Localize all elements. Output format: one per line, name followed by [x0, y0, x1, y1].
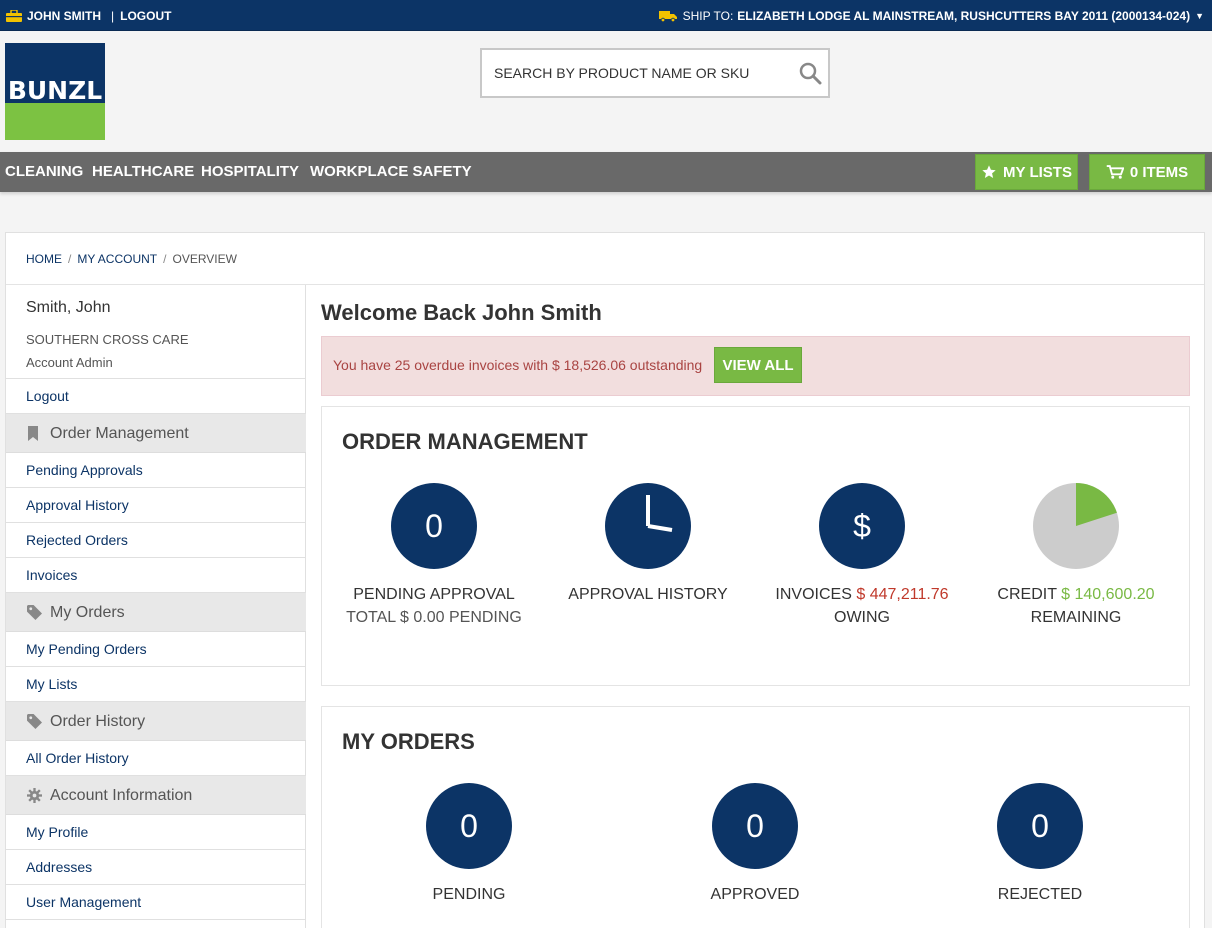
approved-orders-count: 0: [712, 783, 798, 869]
sidebar-heading-order-management: Order Management: [6, 414, 306, 453]
main-navigation: CLEANING HEALTHCARE HOSPITALITY WORKPLAC…: [0, 152, 1212, 192]
separator: |: [111, 8, 115, 23]
top-bar: JOHN SMITH | LOGOUT SHIP TO: ELIZABETH L…: [0, 0, 1212, 31]
breadcrumb-separator: /: [163, 252, 167, 266]
user-role: Account Admin: [26, 355, 113, 370]
sidebar-heading-label: Account Information: [50, 787, 193, 804]
user-info: Smith, John SOUTHERN CROSS CARE Account …: [6, 285, 306, 379]
briefcase-icon: [6, 9, 22, 22]
sidebar-item-invoices[interactable]: Invoices: [6, 558, 306, 593]
rejected-orders-count: 0: [997, 783, 1083, 869]
invoices-stat[interactable]: $ INVOICES $ 447,211.76 OWING: [755, 483, 969, 629]
user-menu: JOHN SMITH | LOGOUT: [6, 0, 171, 31]
ship-to-address: ELIZABETH LODGE AL MAINSTREAM, RUSHCUTTE…: [737, 8, 1191, 23]
pending-approval-stat[interactable]: 0 PENDING APPROVAL TOTAL $ 0.00 PENDING: [327, 483, 541, 629]
nav-item-healthcare[interactable]: HEALTHCARE: [92, 152, 194, 192]
sidebar-item-logout[interactable]: Logout: [6, 379, 306, 414]
ship-to-selector[interactable]: SHIP TO: ELIZABETH LODGE AL MAINSTREAM, …: [658, 0, 1204, 31]
sidebar-heading-order-history: Order History: [6, 702, 306, 741]
pending-approval-count: 0: [391, 483, 477, 569]
nav-item-hospitality[interactable]: HOSPITALITY: [201, 152, 299, 192]
sidebar-item-my-pending-orders[interactable]: My Pending Orders: [6, 632, 306, 667]
breadcrumb-current: OVERVIEW: [172, 252, 237, 266]
credit-amount: $ 140,600.20: [1061, 586, 1155, 603]
my-lists-label: MY LISTS: [1003, 163, 1072, 181]
sidebar-item-my-profile[interactable]: My Profile: [6, 815, 306, 850]
cart-label: 0 ITEMS: [1129, 163, 1189, 181]
nav-item-workplace-safety[interactable]: WORKPLACE SAFETY: [310, 152, 472, 192]
chevron-down-icon: ▼: [1195, 10, 1204, 21]
breadcrumb-separator: /: [68, 252, 72, 266]
bunzl-logo[interactable]: BUNZL: [5, 43, 105, 140]
stat-label: PENDING: [432, 886, 506, 903]
account-sidebar: Smith, John SOUTHERN CROSS CARE Account …: [6, 285, 306, 928]
sidebar-heading-label: My Orders: [50, 604, 125, 621]
stat-sub: OWING: [834, 609, 890, 626]
user-full-name: Smith, John: [26, 299, 111, 316]
account-overview-card: HOME / MY ACCOUNT / OVERVIEW Smith, John…: [5, 232, 1205, 928]
user-name[interactable]: JOHN SMITH: [27, 9, 101, 23]
invoices-amount: $ 447,211.76: [856, 586, 949, 603]
tag-icon: [27, 714, 42, 729]
sidebar-item-rejected-orders[interactable]: Rejected Orders: [6, 523, 306, 558]
truck-icon: [658, 10, 677, 22]
cart-button[interactable]: 0 ITEMS: [1089, 154, 1205, 190]
sidebar-heading-label: Order History: [50, 713, 146, 730]
breadcrumb-home[interactable]: HOME: [26, 252, 62, 266]
ship-to-label: SHIP TO:: [682, 8, 734, 23]
sidebar-heading-my-orders: My Orders: [6, 593, 306, 632]
sidebar-item-addresses[interactable]: Addresses: [6, 850, 306, 885]
logout-link[interactable]: LOGOUT: [120, 9, 171, 23]
stat-label: REJECTED: [997, 886, 1083, 903]
sidebar-item-user-management[interactable]: User Management: [6, 885, 306, 920]
sidebar-item-approval-history[interactable]: Approval History: [6, 488, 306, 523]
my-orders-panel: MY ORDERS 0 PENDING 0 APPROVED 0 REJECTE…: [321, 706, 1190, 928]
tag-icon: [27, 605, 42, 620]
stat-label: INVOICES $ 447,211.76: [755, 583, 969, 606]
section-title: MY ORDERS: [342, 729, 475, 754]
pending-orders-stat[interactable]: 0 PENDING: [362, 783, 576, 906]
credit-pie-chart: [1033, 483, 1119, 569]
sidebar-item-pending-approvals[interactable]: Pending Approvals: [6, 453, 306, 488]
approval-history-stat[interactable]: APPROVAL HISTORY: [541, 483, 755, 606]
search-input[interactable]: [494, 50, 794, 96]
sidebar-heading-label: Order Management: [50, 425, 189, 442]
stat-sub: REMAINING: [1030, 609, 1122, 626]
search-icon[interactable]: [798, 61, 822, 85]
invoices-label: INVOICES: [775, 586, 852, 603]
order-management-panel: ORDER MANAGEMENT 0 PENDING APPROVAL TOTA…: [321, 406, 1190, 686]
star-icon: [982, 165, 996, 178]
sidebar-item-all-order-history[interactable]: All Order History: [6, 741, 306, 776]
credit-stat[interactable]: CREDIT $ 140,600.20 REMAINING: [969, 483, 1183, 629]
sidebar-heading-account-information: Account Information: [6, 776, 306, 815]
view-all-button[interactable]: VIEW ALL: [714, 347, 802, 383]
approved-orders-stat[interactable]: 0 APPROVED: [648, 783, 862, 906]
my-lists-button[interactable]: MY LISTS: [975, 154, 1078, 190]
bookmark-icon: [28, 426, 38, 441]
stat-label: PENDING APPROVAL: [353, 586, 515, 603]
stat-label: APPROVED: [710, 886, 800, 903]
cart-icon: [1106, 165, 1124, 179]
clock-icon: [605, 483, 691, 569]
alert-message: You have 25 overdue invoices with $ 18,5…: [333, 357, 703, 373]
dollar-icon: $: [819, 483, 905, 569]
stat-sub: TOTAL $ 0.00 PENDING: [346, 609, 522, 626]
rejected-orders-stat[interactable]: 0 REJECTED: [933, 783, 1147, 906]
user-organisation: SOUTHERN CROSS CARE: [26, 332, 189, 347]
search-box: [480, 48, 830, 98]
stat-label: CREDIT $ 140,600.20: [969, 583, 1183, 606]
nav-item-cleaning[interactable]: CLEANING: [5, 152, 83, 192]
gear-icon: [27, 788, 42, 803]
breadcrumb-my-account[interactable]: MY ACCOUNT: [77, 252, 157, 266]
breadcrumb: HOME / MY ACCOUNT / OVERVIEW: [26, 252, 237, 266]
pending-orders-count: 0: [426, 783, 512, 869]
stat-label: APPROVAL HISTORY: [568, 586, 728, 603]
section-title: ORDER MANAGEMENT: [342, 429, 588, 454]
credit-label: CREDIT: [997, 586, 1057, 603]
logo-text: BUNZL: [7, 76, 103, 105]
page-title: Welcome Back John Smith: [321, 300, 602, 325]
sidebar-item-my-lists[interactable]: My Lists: [6, 667, 306, 702]
overdue-alert: You have 25 overdue invoices with $ 18,5…: [321, 336, 1190, 396]
